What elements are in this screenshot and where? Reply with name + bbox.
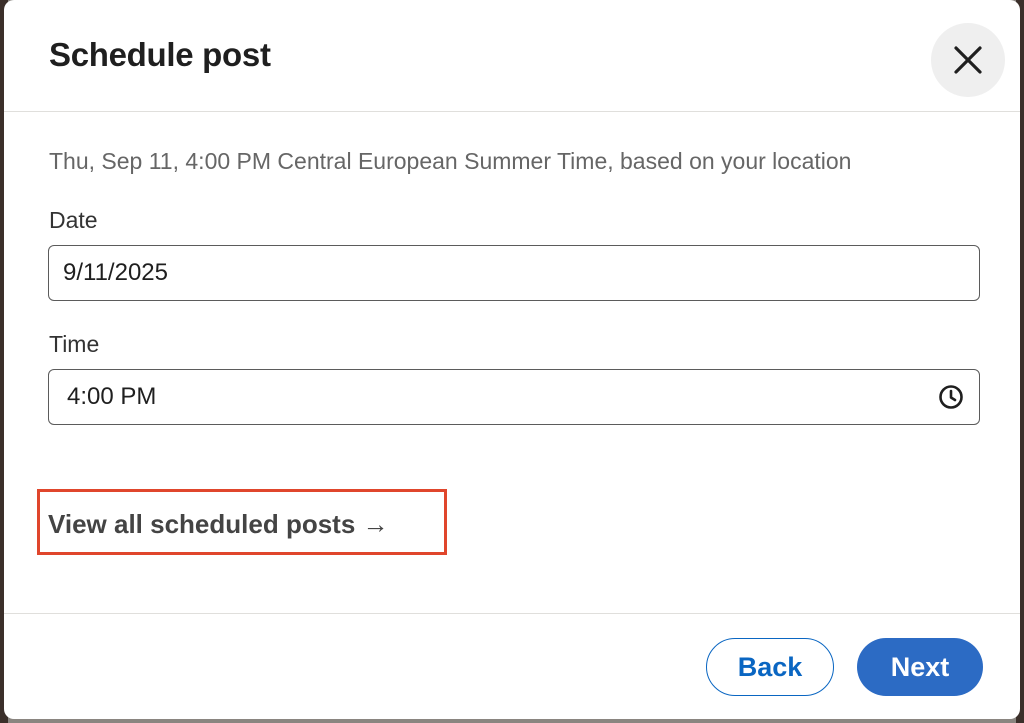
view-scheduled-posts-link[interactable]: View all scheduled posts → — [48, 509, 389, 540]
dialog-header: Schedule post — [4, 0, 1020, 112]
time-value: 4:00 PM — [67, 383, 157, 410]
close-icon — [953, 45, 983, 75]
back-button[interactable]: Back — [706, 638, 834, 696]
time-label: Time — [49, 331, 100, 357]
next-button[interactable]: Next — [857, 638, 983, 696]
time-field[interactable]: 4:00 PM — [48, 369, 980, 425]
date-label: Date — [49, 207, 98, 233]
dialog-footer: Back Next — [4, 613, 1020, 719]
dialog-title: Schedule post — [49, 36, 271, 73]
timezone-note: Thu, Sep 11, 4:00 PM Central European Su… — [49, 148, 852, 174]
clock-icon[interactable] — [937, 383, 965, 411]
schedule-post-dialog: Schedule post Thu, Sep 11, 4:00 PM Centr… — [4, 0, 1020, 719]
date-field[interactable]: 9/11/2025 — [48, 245, 980, 301]
close-button[interactable] — [931, 23, 1005, 97]
dialog-body: Thu, Sep 11, 4:00 PM Central European Su… — [4, 112, 1020, 612]
date-value: 9/11/2025 — [63, 259, 168, 286]
